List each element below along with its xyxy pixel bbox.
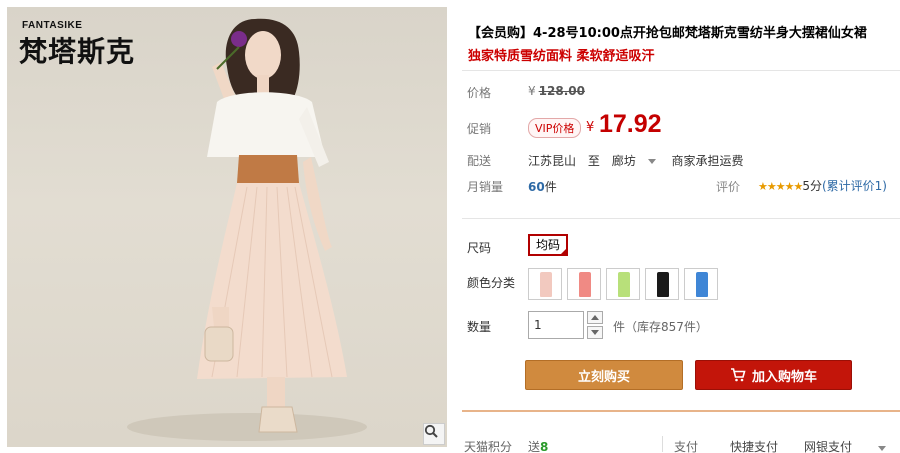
stock-info: 件（库存857件） bbox=[613, 320, 708, 334]
bank-pay-option[interactable]: 网银支付 bbox=[804, 438, 852, 453]
color-swatch[interactable] bbox=[645, 268, 679, 300]
size-option-selected[interactable]: 均码 bbox=[528, 234, 568, 256]
monthly-sales: 60件 bbox=[528, 178, 557, 195]
skirt-thumbnail bbox=[540, 272, 552, 297]
skirt-thumbnail bbox=[618, 272, 630, 297]
size-label: 尺码 bbox=[467, 241, 492, 255]
ship-to-word: 至 bbox=[587, 154, 600, 168]
skirt-thumbnail bbox=[657, 272, 669, 297]
color-label: 颜色分类 bbox=[467, 276, 516, 290]
currency-symbol: ¥ bbox=[528, 84, 536, 98]
payment-dropdown[interactable] bbox=[874, 441, 890, 453]
destination-label: 廊坊 bbox=[611, 154, 636, 168]
color-swatch[interactable] bbox=[528, 268, 562, 300]
destination-select[interactable]: 廊坊 bbox=[612, 154, 660, 168]
product-subtitle: 独家特质雪纺面料 柔软舒适吸汗 bbox=[468, 49, 655, 64]
color-swatch[interactable] bbox=[606, 268, 640, 300]
skirt-thumbnail bbox=[579, 272, 591, 297]
brand-logo: 梵塔斯克 bbox=[19, 35, 136, 68]
quantity-label: 数量 bbox=[467, 320, 492, 334]
divider bbox=[462, 70, 900, 71]
sales-label: 月销量 bbox=[467, 180, 504, 194]
size-option-label: 均码 bbox=[535, 238, 560, 252]
color-swatch[interactable] bbox=[567, 268, 601, 300]
review-count-link[interactable]: (累计评价1) bbox=[822, 179, 887, 193]
divider bbox=[462, 218, 900, 219]
sales-count: 60 bbox=[528, 180, 545, 194]
current-price: 17.92 bbox=[599, 110, 662, 138]
rating-summary: ★★★★★5分(累计评价1) bbox=[758, 177, 887, 194]
add-to-cart-button[interactable]: 加入购物车 bbox=[695, 360, 852, 390]
quantity-increase-button[interactable] bbox=[587, 311, 603, 324]
product-title: 【会员购】4-28号10:00点开抢包邮梵塔斯克雪纺半身大摆裙仙女裙 bbox=[468, 26, 867, 41]
color-swatches bbox=[528, 268, 718, 300]
points-label: 天猫积分 bbox=[464, 440, 513, 453]
quantity-decrease-button[interactable] bbox=[587, 326, 603, 339]
skirt-thumbnail bbox=[696, 272, 708, 297]
chevron-up-icon bbox=[591, 315, 599, 320]
selected-check-icon bbox=[559, 247, 568, 256]
quantity-input[interactable]: 1 bbox=[528, 311, 584, 339]
buy-now-button[interactable]: 立刻购买 bbox=[525, 360, 683, 390]
add-to-cart-label: 加入购物车 bbox=[751, 369, 817, 385]
shipping-label: 配送 bbox=[467, 154, 492, 168]
points-info: 送8 bbox=[528, 438, 548, 453]
points-value: 8 bbox=[540, 440, 549, 453]
color-swatch[interactable] bbox=[684, 268, 718, 300]
points-prefix: 送 bbox=[528, 440, 541, 453]
divider bbox=[462, 410, 900, 412]
payment-label: 支付 bbox=[674, 440, 699, 453]
shipping-fee-note: 商家承担运费 bbox=[671, 154, 744, 168]
product-image[interactable]: FANTASIKE 梵塔斯克 bbox=[7, 7, 447, 447]
original-price: ¥128.00 bbox=[528, 84, 585, 98]
quick-pay-option[interactable]: 快捷支付 bbox=[730, 438, 778, 453]
sales-unit: 件 bbox=[544, 180, 557, 194]
vip-price-badge: VIP价格 bbox=[528, 118, 582, 138]
chevron-down-icon bbox=[591, 330, 599, 335]
shopping-cart-icon bbox=[730, 368, 746, 382]
chevron-down-icon bbox=[647, 159, 656, 164]
model-illustration bbox=[127, 18, 367, 441]
original-price-value: 128.00 bbox=[538, 84, 585, 98]
currency-symbol: ¥ bbox=[586, 120, 595, 135]
chevron-down-icon bbox=[878, 446, 886, 451]
shipping-info: 江苏昆山 至 廊坊 商家承担运费 bbox=[528, 152, 752, 169]
divider bbox=[662, 436, 663, 452]
star-rating-icon: ★★★★★ bbox=[758, 180, 803, 193]
product-info-panel: 【会员购】4-28号10:00点开抢包邮梵塔斯克雪纺半身大摆裙仙女裙 独家特质雪… bbox=[462, 0, 900, 453]
promo-label: 促销 bbox=[467, 122, 492, 136]
magnifier-icon[interactable] bbox=[423, 423, 445, 445]
price-label: 价格 bbox=[467, 86, 492, 100]
rating-label: 评价 bbox=[716, 180, 741, 194]
rating-score: 5分 bbox=[802, 179, 822, 193]
ship-from: 江苏昆山 bbox=[528, 154, 577, 168]
